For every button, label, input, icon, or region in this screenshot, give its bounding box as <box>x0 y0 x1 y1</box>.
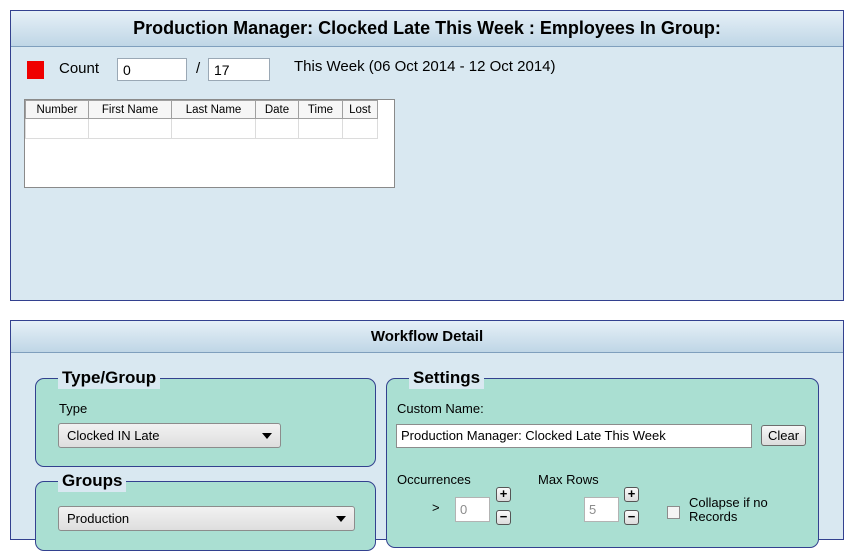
max-rows-field[interactable]: 5 <box>584 497 619 522</box>
chevron-down-icon <box>262 433 272 439</box>
count-field[interactable]: 0 <box>117 58 187 81</box>
occurrences-increase-plus-icon[interactable]: + <box>496 487 511 502</box>
column-header-first-name[interactable]: First Name <box>88 100 172 119</box>
column-header-last-name[interactable]: Last Name <box>171 100 256 119</box>
table-cell <box>88 118 172 139</box>
table-cell <box>171 118 256 139</box>
week-range-text: This Week (06 Oct 2014 - 12 Oct 2014) <box>294 58 556 75</box>
collapse-checkbox[interactable] <box>667 506 680 519</box>
type-group-legend: Type/Group <box>58 367 161 389</box>
count-separator: / <box>196 60 201 77</box>
status-indicator-icon <box>27 61 44 79</box>
chevron-down-icon <box>336 516 346 522</box>
occurrences-label: Occurrences <box>397 472 471 487</box>
table-cell <box>298 118 343 139</box>
grid-header-row: Number First Name Last Name Date Time Lo… <box>25 100 378 119</box>
clear-button[interactable]: Clear <box>761 425 806 446</box>
table-cell <box>342 118 378 139</box>
table-row[interactable] <box>25 118 378 139</box>
count-label: Count <box>59 60 100 77</box>
table-cell <box>25 118 89 139</box>
occurrences-decrease-minus-icon[interactable]: − <box>496 510 511 525</box>
collapse-label-line-2: Records <box>689 509 738 524</box>
max-rows-decrease-minus-icon[interactable]: − <box>624 510 639 525</box>
type-select[interactable]: Clocked IN Late <box>58 423 281 448</box>
groups-select-value: Production <box>67 511 130 526</box>
column-header-time[interactable]: Time <box>298 100 343 119</box>
settings-legend: Settings <box>409 367 485 389</box>
table-cell <box>255 118 299 139</box>
custom-name-label: Custom Name: <box>397 401 484 416</box>
column-header-number[interactable]: Number <box>25 100 89 119</box>
occurrences-field[interactable]: 0 <box>455 497 490 522</box>
type-label: Type <box>59 401 88 416</box>
column-header-lost[interactable]: Lost <box>342 100 378 119</box>
employees-grid[interactable]: Number First Name Last Name Date Time Lo… <box>24 99 395 188</box>
max-rows-label: Max Rows <box>538 472 599 487</box>
custom-name-field[interactable]: Production Manager: Clocked Late This We… <box>396 424 752 448</box>
occurrences-operator: > <box>432 500 440 515</box>
total-field[interactable]: 17 <box>208 58 270 81</box>
max-rows-increase-plus-icon[interactable]: + <box>624 487 639 502</box>
collapse-label: Collapse if no Records <box>689 496 768 524</box>
panel-title: Production Manager: Clocked Late This We… <box>11 11 843 47</box>
workflow-detail-title: Workflow Detail <box>11 321 843 353</box>
column-header-date[interactable]: Date <box>255 100 299 119</box>
groups-legend: Groups <box>58 470 127 492</box>
groups-select[interactable]: Production <box>58 506 355 531</box>
type-select-value: Clocked IN Late <box>67 428 160 443</box>
collapse-label-line-1: Collapse if no <box>689 495 768 510</box>
